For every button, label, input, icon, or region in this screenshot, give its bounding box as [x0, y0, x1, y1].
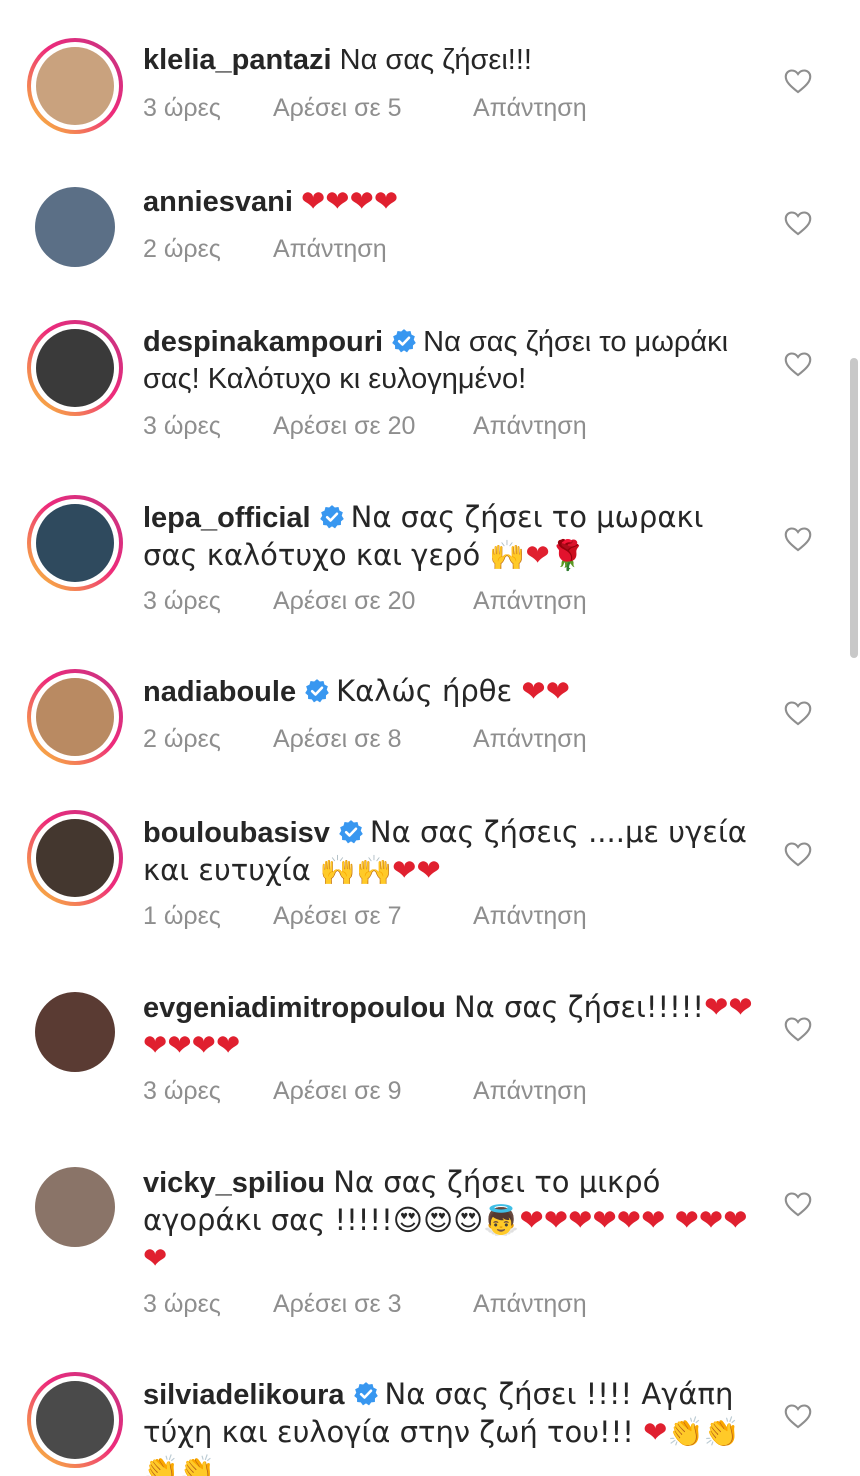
timestamp: 3 ώρες — [143, 1290, 221, 1318]
timestamp: 2 ώρες — [143, 235, 221, 263]
reply-button[interactable]: Απάντηση — [473, 902, 587, 931]
likes-count[interactable]: Αρέσει σε 5 — [273, 94, 473, 123]
like-heart-icon[interactable] — [784, 1016, 812, 1042]
comment-text: bouloubasisv Να σας ζήσεις ....με υγεία κ… — [143, 814, 753, 890]
username[interactable]: evgeniadimitropoulou — [143, 992, 446, 1024]
avatar-story-ring[interactable] — [27, 669, 123, 765]
timestamp: 3 ώρες — [143, 412, 221, 440]
avatar[interactable] — [35, 992, 115, 1072]
verified-badge-icon — [353, 1382, 378, 1406]
avatar[interactable] — [35, 187, 115, 267]
timestamp: 3 ώρες — [143, 1077, 221, 1105]
comment-meta: 2 ώρες Απάντηση — [143, 235, 387, 264]
comment-meta: 1 ώρες Αρέσει σε 7 Απάντηση — [143, 902, 587, 931]
verified-badge-icon — [392, 329, 416, 353]
verified-badge-icon — [319, 505, 344, 529]
reply-button[interactable]: Απάντηση — [473, 1077, 587, 1106]
username[interactable]: despinakampouri — [143, 326, 383, 358]
likes-count[interactable]: Αρέσει σε 3 — [273, 1290, 473, 1319]
avatar — [36, 504, 114, 582]
comment-text: despinakampouri Να σας ζήσει το μωράκι σα… — [143, 324, 753, 398]
comment-meta: 3 ώρες Αρέσει σε 3 Απάντηση — [143, 1290, 587, 1319]
verified-badge-icon — [305, 679, 329, 703]
avatar-story-ring[interactable] — [27, 1372, 123, 1468]
like-heart-icon[interactable] — [784, 1403, 812, 1429]
like-heart-icon[interactable] — [784, 700, 812, 726]
avatar — [36, 678, 114, 756]
scrollbar[interactable] — [850, 358, 858, 658]
like-heart-icon[interactable] — [784, 1191, 812, 1217]
timestamp: 1 ώρες — [143, 902, 221, 930]
like-heart-icon[interactable] — [784, 841, 812, 867]
avatar-story-ring[interactable] — [27, 320, 123, 416]
comment-text: klelia_pantazi Να σας ζήσει!!! — [143, 42, 753, 79]
comment-body: Να σας ζήσει!!! — [339, 44, 532, 76]
username[interactable]: klelia_pantazi — [143, 44, 332, 76]
comment-text: vicky_spiliou Να σας ζήσει το μικρό αγορ… — [143, 1164, 753, 1278]
reply-button[interactable]: Απάντηση — [473, 94, 587, 123]
comment-text: anniesvani ❤❤❤❤ — [143, 183, 753, 221]
timestamp: 3 ώρες — [143, 587, 221, 615]
comment-meta: 3 ώρες Αρέσει σε 9 Απάντηση — [143, 1077, 587, 1106]
likes-count[interactable]: Αρέσει σε 8 — [273, 725, 473, 754]
username[interactable]: anniesvani — [143, 186, 293, 218]
verified-badge-icon — [339, 820, 363, 844]
reply-button[interactable]: Απάντηση — [473, 587, 587, 616]
comment-meta: 3 ώρες Αρέσει σε 20 Απάντηση — [143, 412, 587, 441]
likes-count[interactable]: Αρέσει σε 9 — [273, 1077, 473, 1106]
like-heart-icon[interactable] — [784, 210, 812, 236]
timestamp: 2 ώρες — [143, 725, 221, 753]
username[interactable]: silviadelikoura — [143, 1379, 345, 1411]
likes-count[interactable]: Αρέσει σε 20 — [273, 412, 473, 441]
comments-list: klelia_pantazi Να σας ζήσει!!! 3 ώρες Αρέ… — [0, 0, 860, 1476]
username[interactable]: lepa_official — [143, 502, 311, 534]
avatar — [36, 47, 114, 125]
comment-meta: 3 ώρες Αρέσει σε 5 Απάντηση — [143, 94, 587, 123]
reply-button[interactable]: Απάντηση — [473, 1290, 587, 1319]
username[interactable]: bouloubasisv — [143, 817, 330, 849]
avatar — [36, 329, 114, 407]
comment-body: ❤❤❤❤ — [300, 184, 399, 218]
username[interactable]: nadiaboule — [143, 676, 296, 708]
comment-text: lepa_official Να σας ζήσει το μωρακι σας … — [143, 499, 753, 575]
reply-button[interactable]: Απάντηση — [473, 412, 587, 441]
avatar-story-ring[interactable] — [27, 495, 123, 591]
avatar[interactable] — [35, 1167, 115, 1247]
likes-count[interactable]: Αρέσει σε 7 — [273, 902, 473, 931]
comment-text: evgeniadimitropoulou Να σας ζήσει!!!!!❤❤… — [143, 989, 753, 1065]
comment-meta: 2 ώρες Αρέσει σε 8 Απάντηση — [143, 725, 587, 754]
avatar — [36, 1381, 114, 1459]
like-heart-icon[interactable] — [784, 351, 812, 377]
comment-meta: 3 ώρες Αρέσει σε 20 Απάντηση — [143, 587, 587, 616]
like-heart-icon[interactable] — [784, 68, 812, 94]
timestamp: 3 ώρες — [143, 94, 221, 122]
username[interactable]: vicky_spiliou — [143, 1167, 325, 1199]
avatar — [36, 819, 114, 897]
comment-text: silviadelikoura Να σας ζήσει !!!! Αγάπη τ… — [143, 1376, 753, 1476]
avatar-story-ring[interactable] — [27, 38, 123, 134]
comment-text: nadiaboule Καλώς ήρθε ❤❤ — [143, 673, 753, 711]
likes-count[interactable]: Αρέσει σε 20 — [273, 587, 473, 616]
reply-button[interactable]: Απάντηση — [473, 725, 587, 754]
reply-button[interactable]: Απάντηση — [273, 235, 387, 264]
like-heart-icon[interactable] — [784, 526, 812, 552]
comment-body: Καλώς ήρθε ❤❤ — [336, 674, 571, 708]
avatar-story-ring[interactable] — [27, 810, 123, 906]
